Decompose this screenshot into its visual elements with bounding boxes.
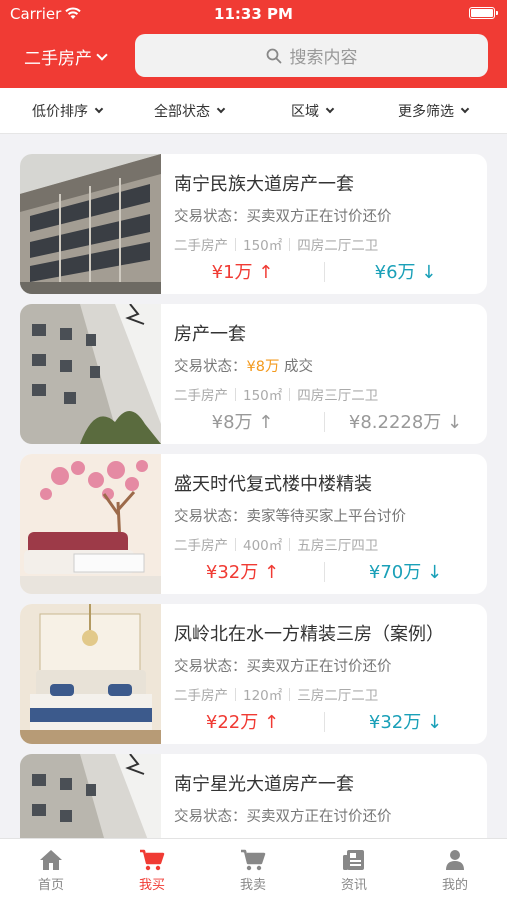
listing-title: 南宁民族大道房产一套 [174,174,354,195]
filter-region-label: 区域 [291,104,319,120]
filter-sort-label: 低价排序 [32,104,88,120]
chevron-down-icon [325,104,335,114]
listing-card[interactable]: 南宁星光大道房产一套 交易状态：买卖双方正在讨价还价 [20,754,487,838]
tab-buy-label: 我买 [138,878,165,893]
search-input[interactable]: 搜索内容 [135,34,488,77]
chevron-down-icon [94,104,104,114]
listing-title: 凤岭北在水一方精装三房（案例） [174,624,444,645]
cart-icon [140,849,165,871]
battery-icon [469,7,498,19]
filter-status[interactable]: 全部状态 [154,101,226,121]
search-placeholder: 搜索内容 [289,48,358,68]
user-icon [446,850,464,870]
tab-news[interactable]: 资讯 [314,849,394,893]
listing-card[interactable]: 房产一套 交易状态：¥8万 成交 二手房产 150㎡ 四房三厅二卫 ¥8万 ↑ ¥8… [20,304,487,444]
search-icon [266,48,281,63]
tab-sell[interactable]: 我卖 [213,849,293,893]
filter-bar: 低价排序 全部状态 区域 更多筛选 [0,88,507,134]
news-icon [343,850,364,870]
listing-meta: 二手房产 150㎡ 四房二厅二卫 [174,238,379,254]
tab-sell-label: 我卖 [239,878,266,893]
chevron-down-icon [460,104,470,114]
clock: 11:33 PM [214,5,293,23]
listing-photo [20,604,161,744]
listing-list: 南宁民族大道房产一套 交易状态：买卖双方正在讨价还价 二手房产 150㎡ 四房二厅二… [0,134,507,838]
listing-status: 交易状态：买卖双方正在讨价还价 [174,209,392,225]
price-row: ¥1万 ↑ ¥6万 ↓ [161,258,487,286]
listing-meta: 二手房产 150㎡ 四房三厅二卫 [174,388,379,404]
city-selector[interactable]: 二手房产 [24,44,108,69]
tab-news-label: 资讯 [340,878,367,893]
listing-status: 交易状态：¥8万 成交 [174,359,314,375]
listing-title: 盛天时代复式楼中楼精装 [174,474,372,495]
listing-card[interactable]: 凤岭北在水一方精装三房（案例） 交易状态：买卖双方正在讨价还价 二手房产 120㎡… [20,604,487,744]
chevron-down-icon [96,48,108,61]
listing-status: 交易状态：卖家等待买家上平台讨价 [174,509,406,525]
city-label: 二手房产 [24,49,92,69]
listing-title: 房产一套 [174,324,246,345]
tab-home[interactable]: 首页 [11,849,91,893]
price-min: ¥22万 ↑ [205,712,280,733]
tab-buy[interactable]: 我买 [112,849,192,893]
price-min: ¥8万 ↑ [211,412,274,433]
listing-photo [20,454,161,594]
price-row: ¥22万 ↑ ¥32万 ↓ [161,708,487,736]
listing-card[interactable]: 盛天时代复式楼中楼精装 交易状态：卖家等待买家上平台讨价 二手房产 400㎡ 五房三… [20,454,487,594]
listing-meta: 二手房产 120㎡ 三房二厅二卫 [174,688,379,704]
price-min: ¥32万 ↑ [205,562,280,583]
filter-region[interactable]: 区域 [291,101,335,121]
listing-meta: 二手房产 400㎡ 五房三厅四卫 [174,538,379,554]
listing-photo [20,754,161,838]
price-max: ¥32万 ↓ [368,712,443,733]
price-row: ¥8万 ↑ ¥8.2228万 ↓ [161,408,487,436]
listing-photo [20,304,161,444]
price-min: ¥1万 ↑ [211,262,274,283]
filter-sort[interactable]: 低价排序 [32,101,104,121]
cart-icon [241,849,266,871]
listing-status: 交易状态：买卖双方正在讨价还价 [174,809,392,825]
tab-profile-label: 我的 [441,878,468,893]
listing-card[interactable]: 南宁民族大道房产一套 交易状态：买卖双方正在讨价还价 二手房产 150㎡ 四房二厅二… [20,154,487,294]
home-icon [40,850,62,870]
tab-bar: 首页 我买 我卖 资讯 我的 [0,838,507,900]
listing-status: 交易状态：买卖双方正在讨价还价 [174,659,392,675]
price-row: ¥32万 ↑ ¥70万 ↓ [161,558,487,586]
tab-home-label: 首页 [37,878,64,893]
filter-more[interactable]: 更多筛选 [398,101,470,121]
status-bar: Carrier 11:33 PM [0,0,507,28]
chevron-down-icon [216,104,226,114]
price-max: ¥8.2228万 ↓ [348,412,463,433]
filter-more-label: 更多筛选 [398,104,454,120]
header: Carrier 11:33 PM 二手房产 搜索内容 [0,0,507,88]
price-max: ¥6万 ↓ [374,262,437,283]
listing-title: 南宁星光大道房产一套 [174,774,354,795]
tab-profile[interactable]: 我的 [415,849,495,893]
price-max: ¥70万 ↓ [368,562,443,583]
filter-status-label: 全部状态 [154,104,210,120]
listing-photo [20,154,161,294]
